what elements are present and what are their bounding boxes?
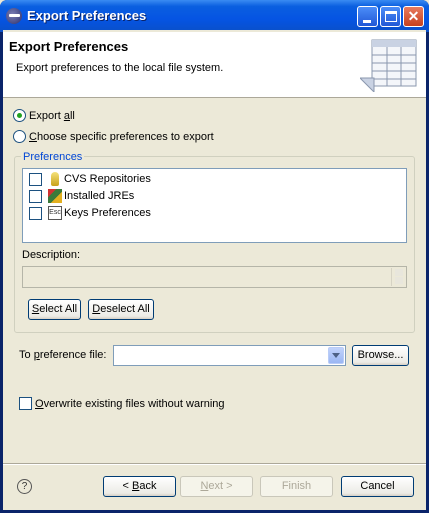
overwrite-label: Overwrite existing files without warning: [35, 397, 225, 410]
list-item-keys-preferences[interactable]: Esc Keys Preferences: [29, 206, 151, 220]
choose-specific-radio-button[interactable]: [13, 130, 26, 143]
description-label: Description:: [22, 249, 81, 261]
installed-jres-label: Installed JREs: [64, 190, 135, 202]
export-all-radio-button[interactable]: [13, 109, 26, 122]
preferences-list[interactable]: CVS Repositories Installed JREs Esc Keys…: [22, 168, 407, 243]
list-item-cvs-repositories[interactable]: CVS Repositories: [29, 172, 151, 186]
cvs-repositories-checkbox[interactable]: [29, 172, 42, 186]
footer-separator: [3, 463, 426, 465]
export-all-label: Export all: [29, 109, 75, 122]
installed-jres-checkbox[interactable]: [29, 189, 42, 203]
maximize-button[interactable]: [380, 6, 401, 27]
description-field: [22, 266, 407, 288]
keys-preferences-checkbox[interactable]: [29, 206, 42, 220]
preferences-group-label: Preferences: [21, 151, 85, 163]
preference-file-combo[interactable]: [113, 345, 346, 366]
next-button[interactable]: Next >: [180, 476, 253, 497]
cvs-repositories-label: CVS Repositories: [64, 173, 151, 185]
back-button[interactable]: < Back: [103, 476, 176, 497]
banner-description: Export preferences to the local file sys…: [16, 62, 224, 74]
cancel-button[interactable]: Cancel: [341, 476, 414, 497]
description-scrollbar: [391, 268, 405, 286]
close-icon: ✕: [407, 8, 420, 24]
deselect-all-button[interactable]: Deselect All: [88, 299, 154, 320]
keys-icon: Esc: [48, 206, 62, 220]
title-bar[interactable]: Export Preferences ✕: [0, 0, 429, 32]
to-preference-file-label: To preference file:: [19, 349, 107, 361]
overwrite-checkbox[interactable]: [19, 397, 32, 410]
help-icon[interactable]: ?: [17, 479, 32, 494]
minimize-icon: [363, 20, 371, 23]
export-all-radio[interactable]: Export all: [13, 109, 75, 122]
jre-icon: [48, 189, 62, 203]
list-item-installed-jres[interactable]: Installed JREs: [29, 189, 134, 203]
cvs-repository-icon: [51, 172, 59, 186]
close-button[interactable]: ✕: [403, 6, 424, 27]
maximize-icon: [385, 11, 397, 22]
banner-title: Export Preferences: [9, 39, 129, 54]
choose-specific-label: Choose specific preferences to export: [29, 130, 214, 143]
finish-button[interactable]: Finish: [260, 476, 333, 497]
window-title: Export Preferences: [27, 8, 147, 23]
choose-specific-radio[interactable]: Choose specific preferences to export: [13, 130, 214, 143]
browse-button[interactable]: Browse...: [352, 345, 409, 366]
keys-preferences-label: Keys Preferences: [64, 207, 151, 219]
wizard-banner: Export Preferences Export preferences to…: [3, 32, 426, 98]
overwrite-option[interactable]: Overwrite existing files without warning: [19, 397, 225, 410]
select-all-button[interactable]: Select All: [28, 299, 81, 320]
minimize-button[interactable]: [357, 6, 378, 27]
eclipse-app-icon: [6, 8, 22, 24]
preferences-group: Preferences CVS Repositories Installed J…: [14, 151, 415, 333]
chevron-down-icon[interactable]: [328, 347, 344, 364]
export-wizard-graphic-icon: [360, 39, 417, 92]
